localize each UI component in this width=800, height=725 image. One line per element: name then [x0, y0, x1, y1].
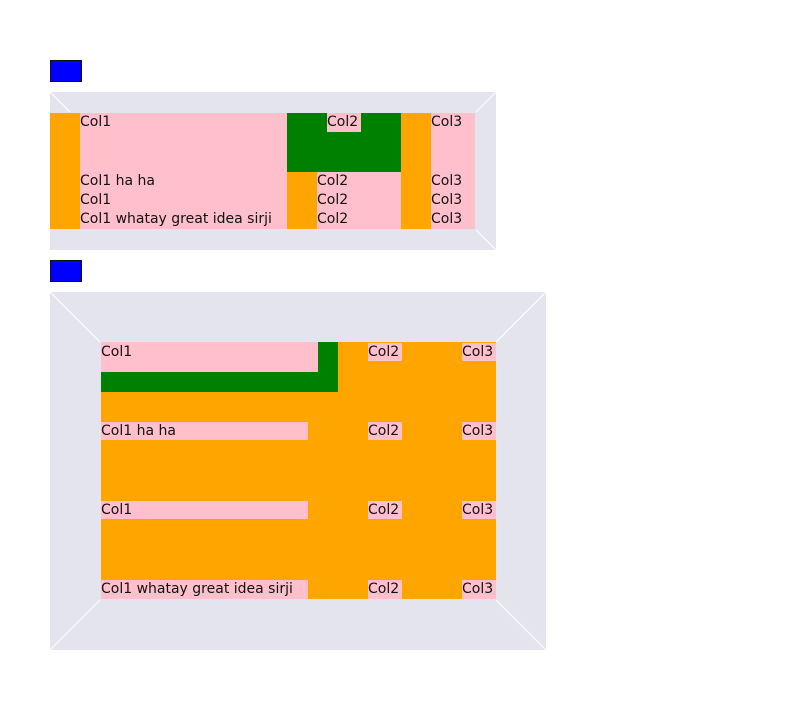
- row3-col2: Col2: [317, 211, 349, 227]
- row3-col1: Col1 whatay great idea sirji: [80, 211, 272, 227]
- header-col2: Col2: [327, 114, 359, 130]
- row1-col1: Col1 ha ha: [80, 173, 155, 189]
- col1-header-bg: [101, 342, 318, 372]
- row3-col2: Col2: [368, 581, 400, 597]
- row1-col1: Col1 ha ha: [101, 423, 176, 439]
- header-col1: Col1: [80, 114, 112, 130]
- table-frame-2: Col1 Col2 Col3 Col1 ha ha Col2 Col3 Col1…: [50, 292, 546, 650]
- row2-col2: Col2: [368, 502, 400, 518]
- col1-header-cell: [101, 372, 338, 392]
- row1-col2: Col2: [368, 423, 400, 439]
- header-col2: Col2: [368, 344, 400, 360]
- row-bg: [50, 113, 80, 229]
- row2-col2: Col2: [317, 192, 349, 208]
- row2-col1: Col1: [101, 502, 133, 518]
- blue-marker-2: [50, 260, 82, 282]
- table-frame-1: Col1 Col2 Col3 Col1 ha ha Col2 Col3 Col1…: [50, 92, 496, 250]
- row1-col2: Col2: [317, 173, 349, 189]
- row1-col3: Col3: [462, 423, 494, 439]
- row-bg: [287, 172, 317, 229]
- row2-col3: Col3: [462, 502, 494, 518]
- row3-col3: Col3: [462, 581, 494, 597]
- row1-col3: Col3: [431, 173, 463, 189]
- row3-col3: Col3: [431, 211, 463, 227]
- header-col1: Col1: [101, 344, 133, 360]
- row2-col3: Col3: [431, 192, 463, 208]
- row3-col1: Col1 whatay great idea sirji: [101, 581, 293, 597]
- row2-col1: Col1: [80, 192, 112, 208]
- header-col3: Col3: [462, 344, 494, 360]
- header-col3: Col3: [431, 114, 463, 130]
- blue-marker-1: [50, 60, 82, 82]
- col1-header-cell: [318, 342, 338, 392]
- row-bg: [401, 113, 431, 229]
